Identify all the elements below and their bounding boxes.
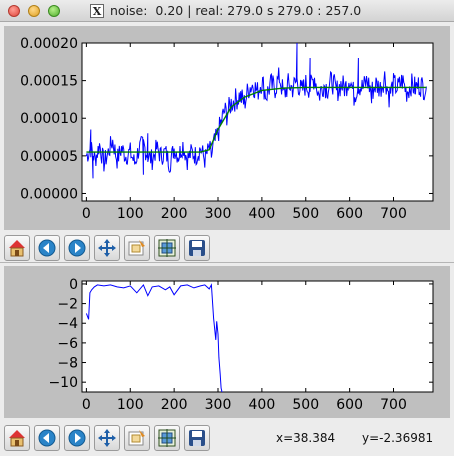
window-title: noise: 0.20 | real: 279.0 s 279.0 : 257.… bbox=[110, 3, 362, 18]
navigation-toolbar-2: x=38.384 y=-2.36981 bbox=[0, 422, 454, 454]
x-tick-label: 600 bbox=[336, 397, 363, 413]
subplots-button[interactable] bbox=[154, 235, 180, 261]
x-tick-label: 200 bbox=[161, 397, 188, 413]
back-icon bbox=[38, 429, 56, 447]
x-tick-label: 400 bbox=[249, 397, 276, 413]
figure-1-canvas[interactable]: 0 100 200 300 400 500 600 700 0.00000 0.00005 0.00… bbox=[4, 26, 450, 230]
x-tick-label: 0 bbox=[82, 397, 91, 413]
forward-icon bbox=[68, 429, 86, 447]
y-tick-label: 0.00010 bbox=[20, 111, 78, 127]
y-tick-label: 0.00000 bbox=[20, 186, 78, 202]
pan-button[interactable] bbox=[94, 425, 120, 451]
figure-2: 0 100 200 300 400 500 600 700 0 −2 −4 −6 −8 −10 bbox=[4, 266, 450, 418]
y-tick-label: −8 bbox=[57, 356, 78, 372]
y-tick-label: 0.00005 bbox=[20, 149, 78, 165]
plot-area-2 bbox=[81, 280, 434, 393]
pan-icon bbox=[98, 239, 116, 257]
forward-button[interactable] bbox=[64, 425, 90, 451]
forward-icon bbox=[68, 239, 86, 257]
subplots-icon bbox=[158, 429, 176, 447]
x-tick-label: 200 bbox=[161, 206, 188, 222]
navigation-toolbar-1 bbox=[0, 232, 454, 264]
save-button[interactable] bbox=[184, 235, 210, 261]
plot-area-1 bbox=[81, 42, 434, 202]
x-tick-label: 100 bbox=[117, 206, 144, 222]
home-button[interactable] bbox=[4, 425, 30, 451]
y-tick-label: 0.00015 bbox=[20, 74, 78, 90]
save-icon bbox=[189, 240, 205, 256]
x-tick-label: 600 bbox=[336, 206, 363, 222]
zoom-icon bbox=[128, 240, 145, 256]
figure-2-canvas[interactable]: 0 100 200 300 400 500 600 700 0 −2 −4 −6 −8 −10 bbox=[4, 266, 450, 418]
home-button[interactable] bbox=[4, 235, 30, 261]
forward-button[interactable] bbox=[64, 235, 90, 261]
back-button[interactable] bbox=[34, 425, 60, 451]
y-tick-label: 0.00020 bbox=[20, 36, 78, 52]
window-titlebar: X noise: 0.20 | real: 279.0 s 279.0 : 25… bbox=[0, 0, 454, 22]
minimize-window-button[interactable] bbox=[28, 5, 40, 17]
subplots-button[interactable] bbox=[154, 425, 180, 451]
x-tick-label: 500 bbox=[292, 206, 319, 222]
cursor-x-readout: x=38.384 bbox=[276, 431, 336, 445]
y-tick-label: −10 bbox=[48, 375, 78, 391]
x-tick-label: 300 bbox=[205, 397, 232, 413]
home-icon bbox=[9, 240, 25, 257]
x-tick-label: 700 bbox=[380, 206, 407, 222]
save-icon bbox=[189, 430, 205, 446]
zoom-button[interactable] bbox=[124, 235, 150, 261]
back-button[interactable] bbox=[34, 235, 60, 261]
figure-1: 0 100 200 300 400 500 600 700 0.00000 0.00005 0.00… bbox=[4, 26, 450, 230]
subplots-icon bbox=[158, 239, 176, 257]
back-icon bbox=[38, 239, 56, 257]
x-tick-label: 0 bbox=[82, 206, 91, 222]
y-tick-label: −6 bbox=[57, 336, 78, 352]
x-tick-label: 300 bbox=[205, 206, 232, 222]
cursor-y-readout: y=-2.36981 bbox=[362, 431, 434, 445]
x-tick-label: 100 bbox=[117, 397, 144, 413]
y-tick-label: 0 bbox=[69, 277, 78, 293]
pan-icon bbox=[98, 429, 116, 447]
zoom-button[interactable] bbox=[124, 425, 150, 451]
y-tick-label: −2 bbox=[57, 297, 78, 313]
x-tick-label: 700 bbox=[380, 397, 407, 413]
zoom-window-button[interactable] bbox=[48, 5, 60, 17]
split-divider[interactable] bbox=[0, 262, 454, 263]
y-tick-label: −4 bbox=[57, 316, 78, 332]
x11-app-icon: X bbox=[90, 4, 104, 18]
x-tick-label: 400 bbox=[249, 206, 276, 222]
close-window-button[interactable] bbox=[8, 5, 20, 17]
save-button[interactable] bbox=[184, 425, 210, 451]
home-icon bbox=[9, 430, 25, 447]
pan-button[interactable] bbox=[94, 235, 120, 261]
x-tick-label: 500 bbox=[292, 397, 319, 413]
zoom-icon bbox=[128, 430, 145, 446]
